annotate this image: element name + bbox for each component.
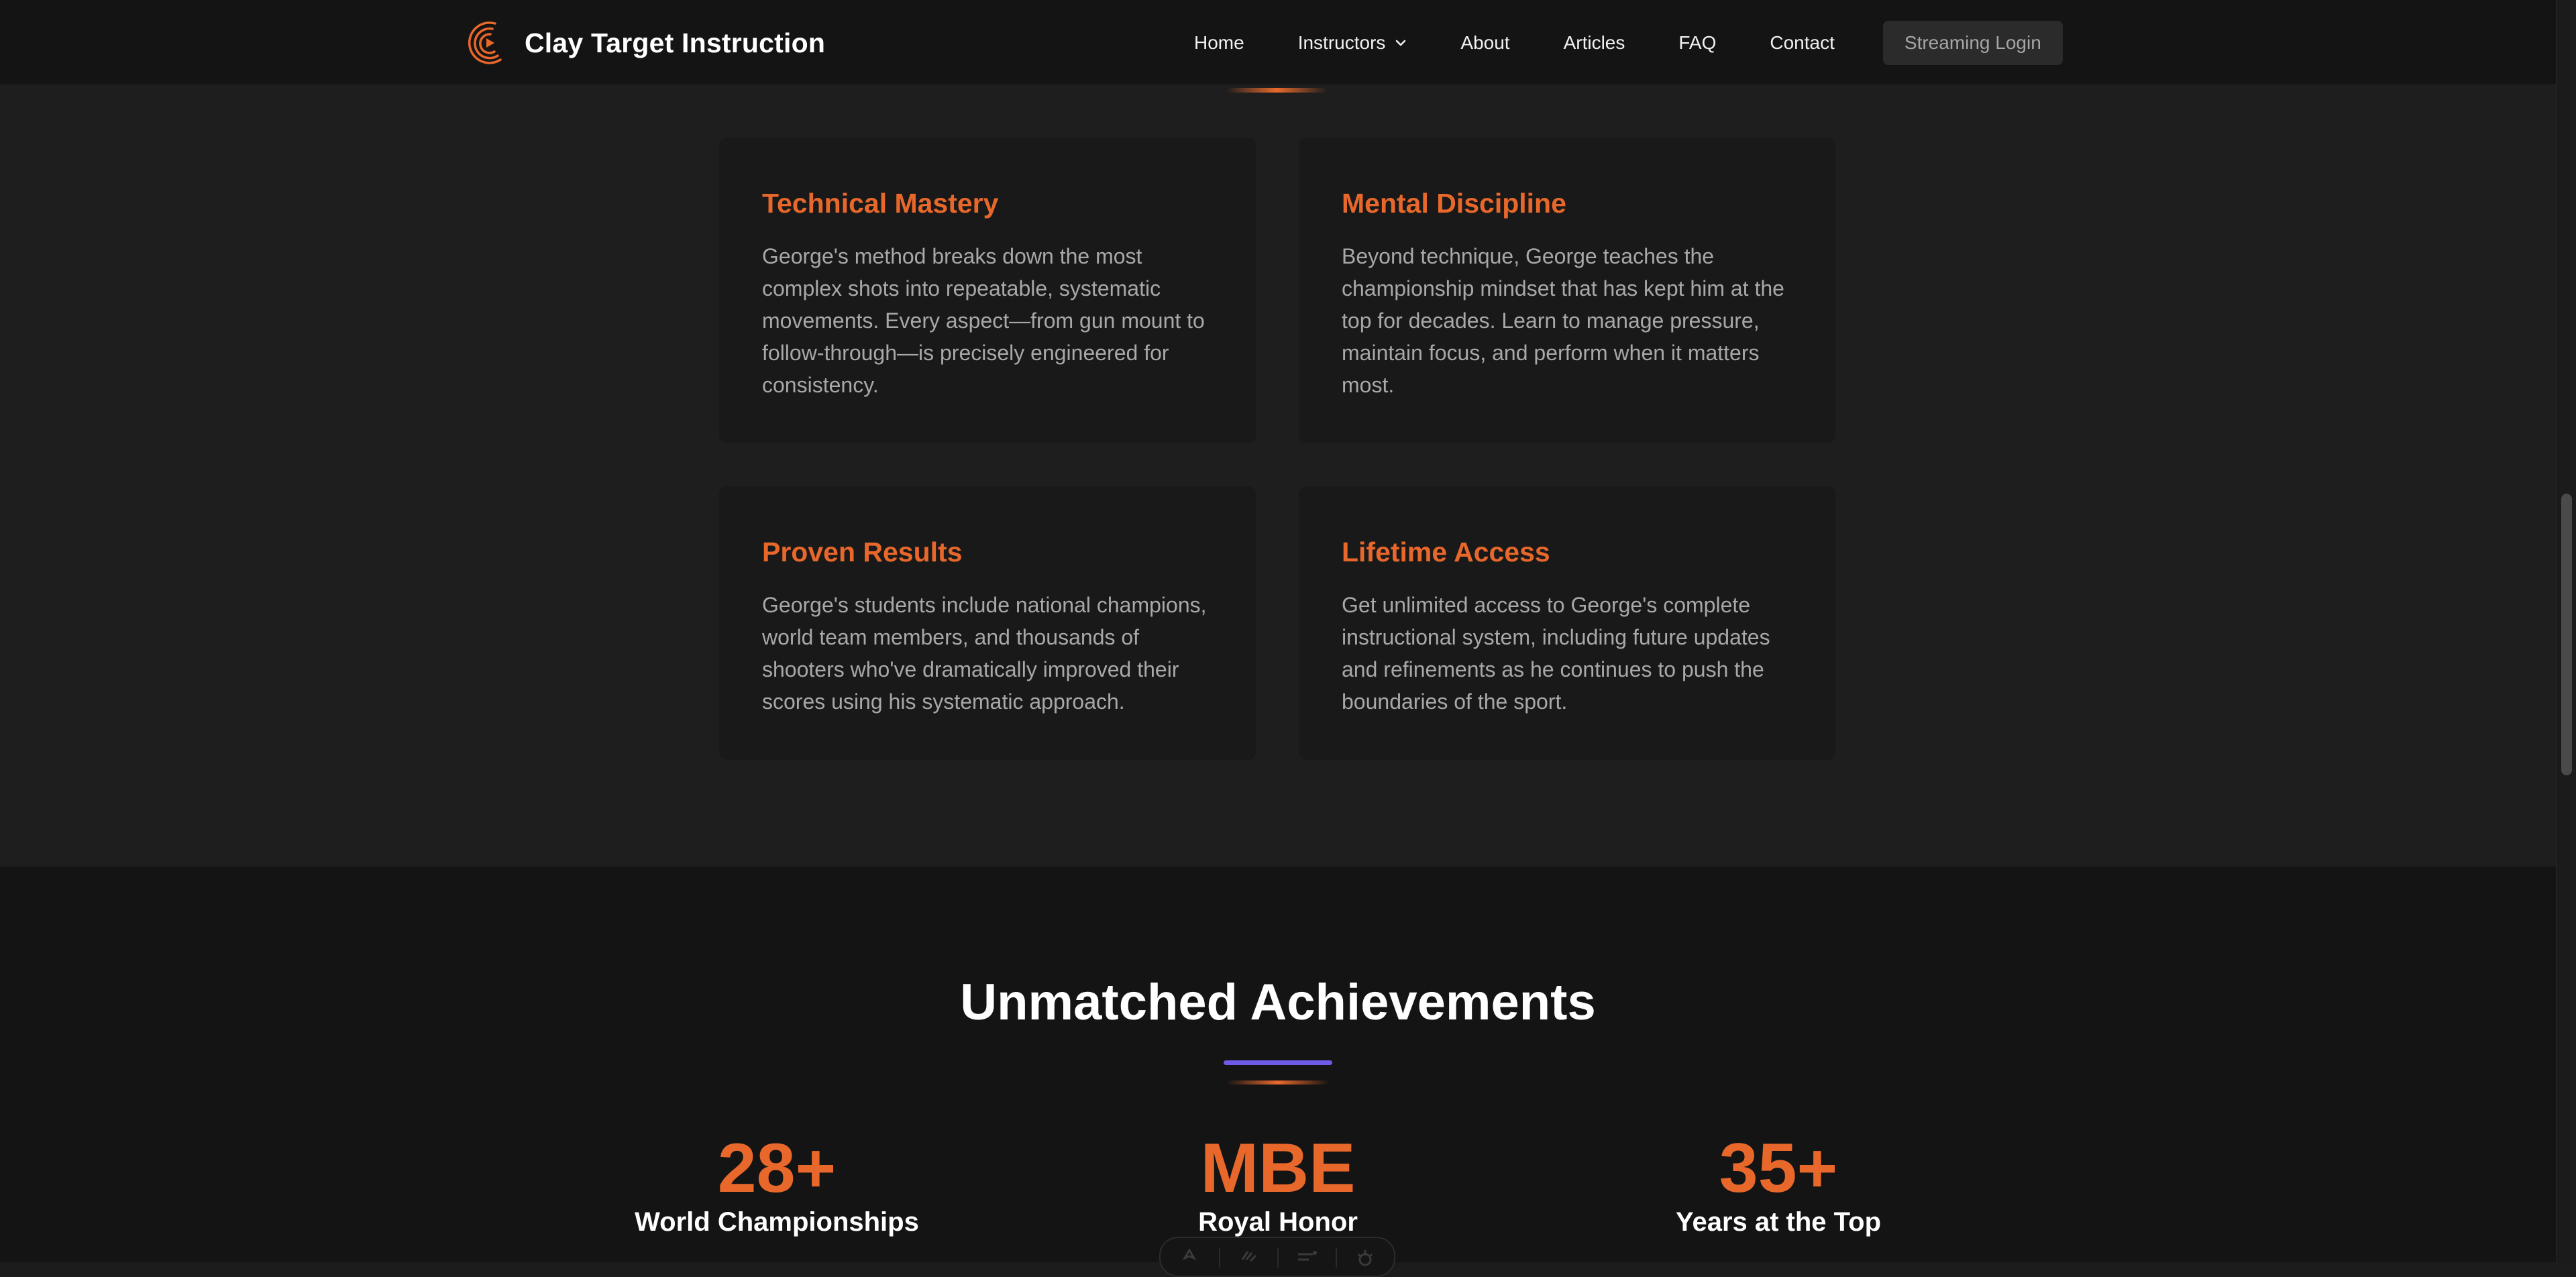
section-accent-line [1226,88,1327,93]
feature-card-lifetime-access: Lifetime Access Get unlimited access to … [1299,486,1835,760]
chevron-down-icon [1396,40,1406,46]
toolbar-settings-icon[interactable] [1335,1247,1394,1268]
brand-link[interactable]: Clay Target Instruction [466,15,825,71]
nav-label: Articles [1563,32,1625,53]
toolbar-hand-icon[interactable] [1218,1247,1277,1268]
feature-card-text: George's method breaks down the most com… [762,244,1205,397]
stat-value: 28+ [717,1129,837,1207]
site-header: Clay Target Instruction Home Instructors… [0,0,2556,85]
title-underline-orange [1226,1080,1330,1085]
nav-label: FAQ [1678,32,1717,53]
streaming-login-button[interactable]: Streaming Login [1882,20,2063,65]
brand-name: Clay Target Instruction [525,27,826,58]
stat-label: World Championships [635,1207,919,1237]
feature-card-title: Mental Discipline [1342,188,1566,219]
feature-card-text: Get unlimited access to George's complet… [1342,593,1770,714]
feature-card-title: Proven Results [762,537,963,567]
nav-instructors[interactable]: Instructors [1298,32,1407,54]
stat-royal-honor: MBE Royal Honor [1077,1131,1479,1239]
floating-toolbar[interactable] [1159,1237,1395,1277]
feature-card-mental-discipline: Mental Discipline Beyond technique, Geor… [1299,137,1835,443]
title-underline-violet [1224,1060,1332,1065]
page-scrollbar[interactable] [2556,0,2576,1262]
nav-about[interactable]: About [1460,32,1509,54]
stat-value: 35+ [1719,1129,1838,1207]
main-nav: Home Instructors About Articles FAQ Cont… [1194,0,2063,85]
feature-card-title: Lifetime Access [1342,537,1550,567]
feature-card-proven-results: Proven Results George's students include… [719,486,1256,760]
nav-label: About [1460,32,1510,53]
nav-home[interactable]: Home [1194,32,1244,54]
stat-world-championships: 28+ World Championships [576,1131,978,1239]
toolbar-pointer-icon[interactable] [1161,1247,1219,1268]
feature-card-text: Beyond technique, George teaches the cha… [1342,244,1784,397]
feature-card-technical-mastery: Technical Mastery George's method breaks… [719,137,1256,443]
nav-label: Contact [1770,32,1835,53]
stat-value: MBE [1200,1129,1356,1207]
scrollbar-thumb[interactable] [2561,494,2572,775]
nav-faq[interactable]: FAQ [1678,32,1716,54]
nav-articles[interactable]: Articles [1564,32,1625,54]
nav-label: Home [1194,32,1244,53]
feature-card-title: Technical Mastery [762,188,999,219]
features-section: Technical Mastery George's method breaks… [0,0,2556,867]
achievements-title: Unmatched Achievements [960,974,1596,1031]
stat-years-at-top: 35+ Years at the Top [1577,1131,1980,1239]
stat-label: Years at the Top [1675,1207,1881,1237]
stat-label: Royal Honor [1198,1207,1358,1237]
play-swirl-logo-icon [468,21,502,64]
feature-card-text: George's students include national champ… [762,593,1207,714]
nav-label: Instructors [1297,32,1386,53]
achievements-section: Unmatched Achievements 28+ World Champio… [0,867,2556,1262]
nav-contact[interactable]: Contact [1770,32,1835,54]
toolbar-menu-icon[interactable] [1277,1247,1336,1268]
